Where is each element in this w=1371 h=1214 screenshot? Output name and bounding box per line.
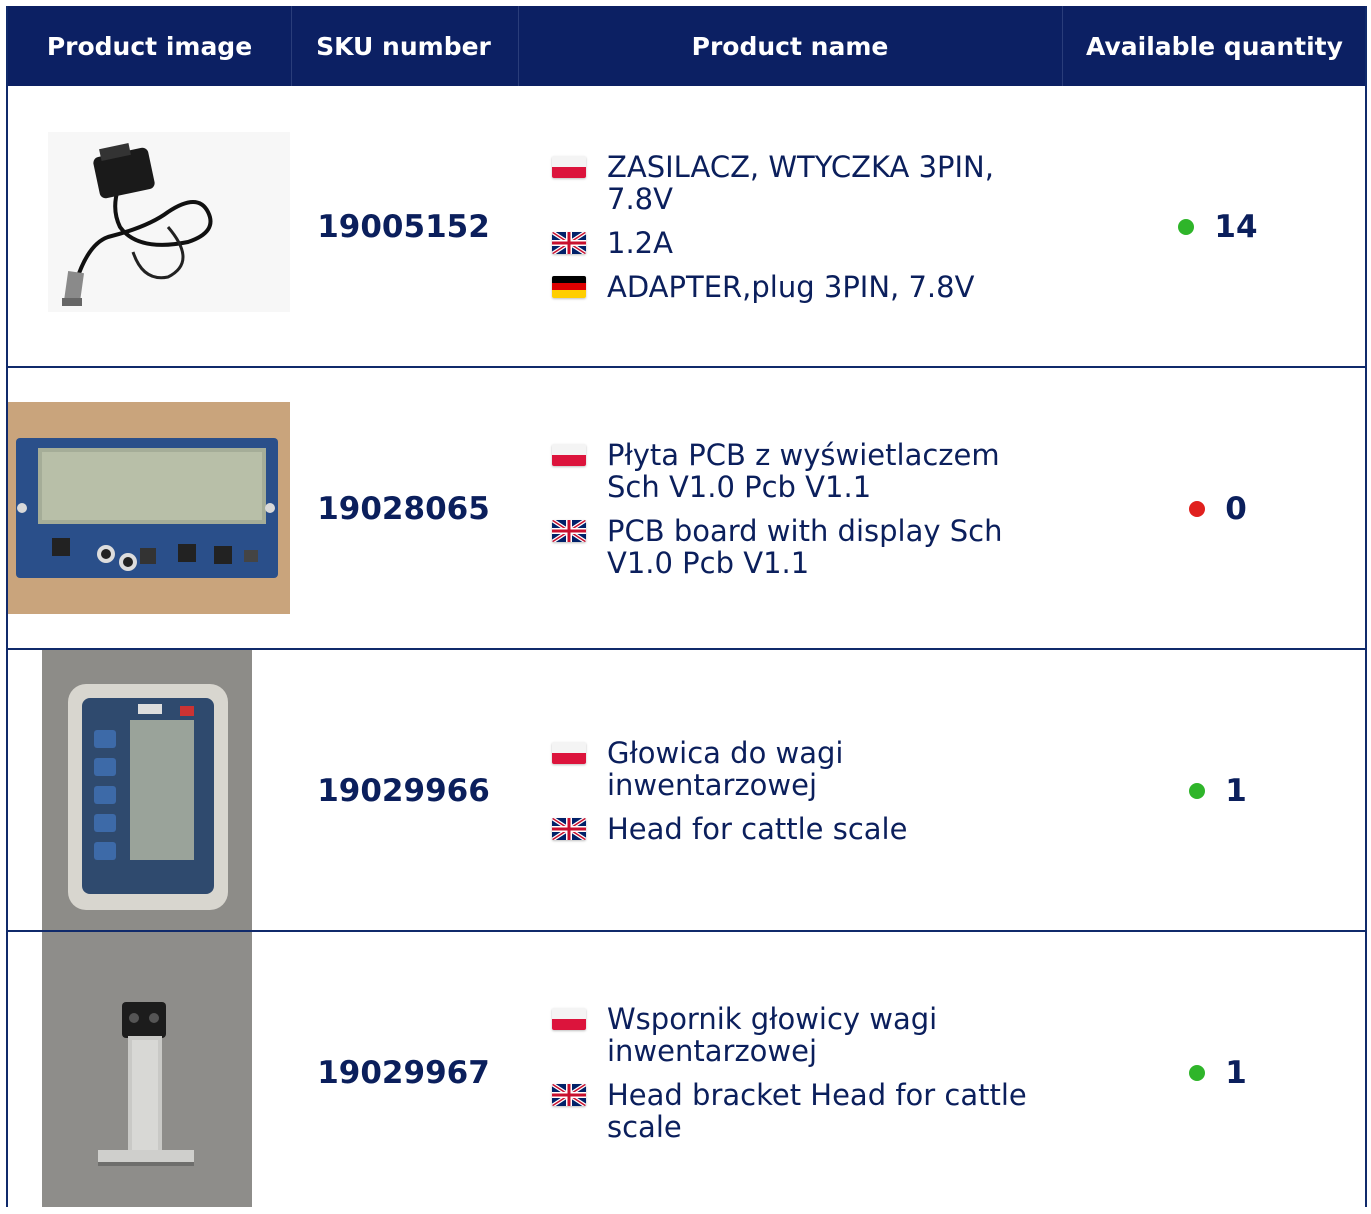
table-row[interactable]: 19028065 Płyta PCB z wyświetlaczem Sch V…	[8, 368, 1365, 650]
sku-number: 19029966	[317, 773, 490, 809]
sku-number: 19005152	[317, 209, 490, 245]
available-quantity: 14	[1068, 86, 1368, 368]
sku-number: 19029967	[317, 1055, 490, 1091]
poland-flag-icon	[552, 156, 586, 178]
pcb-board-photo[interactable]	[8, 402, 290, 614]
product-name-cell: Płyta PCB z wyświetlaczem Sch V1.0 Pcb V…	[552, 368, 1032, 650]
product-name-en: Head for cattle scale	[552, 813, 1032, 845]
product-name-en: 1.2A	[552, 227, 1032, 259]
poland-flag-icon	[552, 742, 586, 764]
sku-number: 19028065	[317, 491, 490, 527]
product-table: Product image SKU number Product name Av…	[6, 6, 1367, 1207]
table-row[interactable]: 19029966 Głowica do wagi inwentarzowej H…	[8, 650, 1365, 932]
product-name-de: ADAPTER,plug 3PIN, 7.8V	[552, 271, 1032, 303]
head-bracket-photo[interactable]	[42, 932, 252, 1207]
header-product-name: Product name	[691, 31, 889, 61]
available-quantity: 0	[1068, 368, 1368, 650]
scale-head-photo[interactable]	[42, 650, 252, 932]
header-product-image: Product image	[46, 31, 253, 61]
header-sku-number: SKU number	[316, 31, 491, 61]
germany-flag-icon	[552, 276, 586, 298]
table-row[interactable]: 19005152 ZASILACZ, WTYCZKA 3PIN, 7.8V 1.…	[8, 86, 1365, 368]
product-name-cell: Wspornik głowicy wagi inwentarzowej Head…	[552, 932, 1032, 1214]
poland-flag-icon	[552, 1008, 586, 1030]
table-header: Product image SKU number Product name Av…	[8, 6, 1365, 86]
product-name-pl: Głowica do wagi inwentarzowej	[552, 737, 1032, 801]
product-name-cell: ZASILACZ, WTYCZKA 3PIN, 7.8V 1.2A ADAPTE…	[552, 86, 1032, 368]
header-available-quantity: Available quantity	[1086, 31, 1343, 61]
in-stock-indicator-icon	[1189, 783, 1206, 799]
product-name-pl: Płyta PCB z wyświetlaczem Sch V1.0 Pcb V…	[552, 439, 1032, 503]
power-adapter-photo[interactable]	[48, 132, 290, 312]
uk-flag-icon	[552, 232, 586, 254]
available-quantity: 1	[1068, 650, 1368, 932]
product-name-pl: ZASILACZ, WTYCZKA 3PIN, 7.8V	[552, 151, 1032, 215]
uk-flag-icon	[552, 1084, 586, 1106]
in-stock-indicator-icon	[1178, 219, 1195, 235]
product-name-pl: Wspornik głowicy wagi inwentarzowej	[552, 1003, 1032, 1067]
in-stock-indicator-icon	[1189, 1065, 1206, 1081]
table-row[interactable]: 19029967 Wspornik głowicy wagi inwentarz…	[8, 932, 1365, 1207]
poland-flag-icon	[552, 444, 586, 466]
out-of-stock-indicator-icon	[1189, 501, 1206, 517]
uk-flag-icon	[552, 818, 586, 840]
product-name-en: PCB board with display Sch V1.0 Pcb V1.1	[552, 515, 1032, 579]
product-name-en: Head bracket Head for cattle scale	[552, 1079, 1032, 1143]
product-name-cell: Głowica do wagi inwentarzowej Head for c…	[552, 650, 1032, 932]
available-quantity: 1	[1068, 932, 1368, 1214]
uk-flag-icon	[552, 520, 586, 542]
